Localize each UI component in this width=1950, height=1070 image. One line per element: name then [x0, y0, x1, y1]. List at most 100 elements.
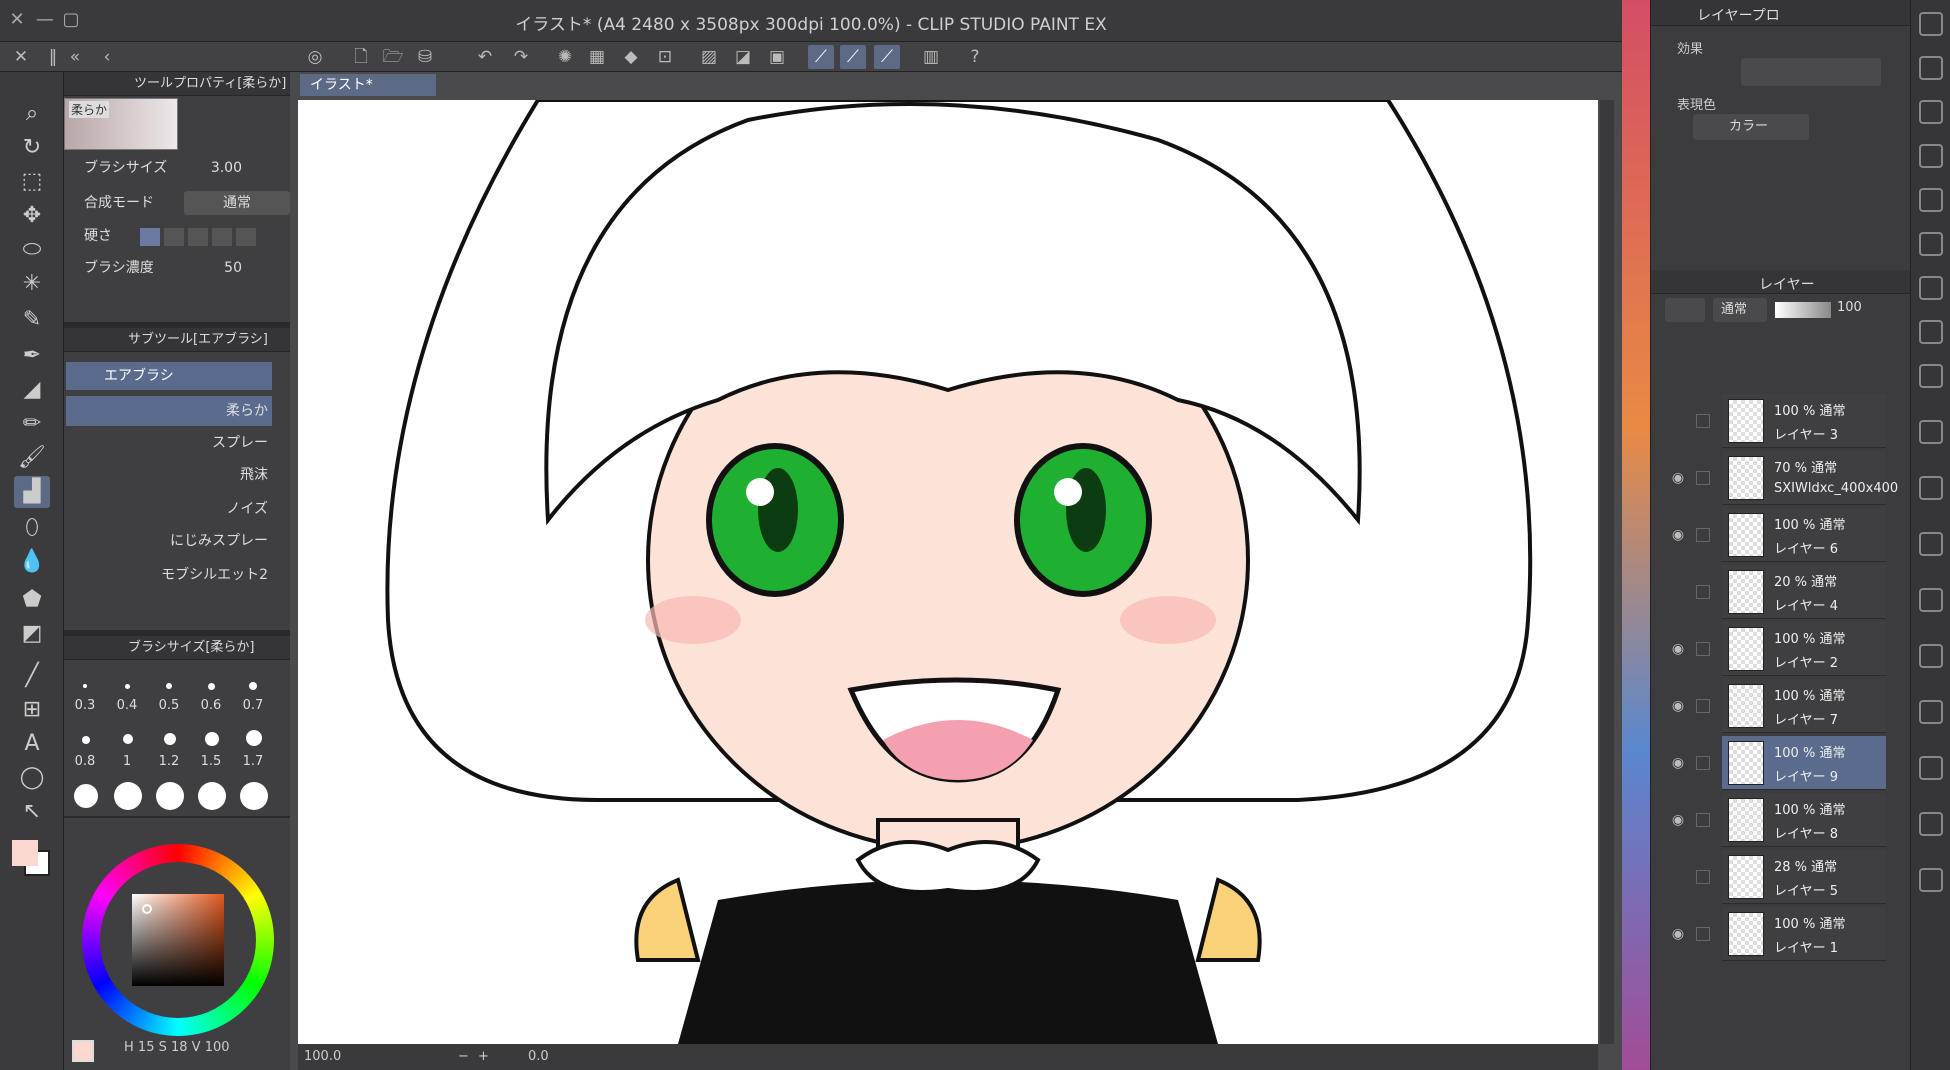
subtool-item-soft[interactable]: 柔らか [66, 396, 272, 426]
panel-icon-12[interactable] [1919, 532, 1943, 556]
layer-lock-checkbox[interactable] [1696, 756, 1710, 770]
collapse-icon[interactable]: « [62, 45, 88, 69]
subtool-item-mob-silhouette-2[interactable]: モブシルエット2 [66, 560, 272, 590]
tab-illustration[interactable]: イラスト* [300, 74, 436, 96]
redo-icon[interactable]: ↷ [508, 45, 534, 69]
panel-icon-7[interactable] [1919, 276, 1943, 300]
loading-icon[interactable]: ✺ [552, 45, 578, 69]
blend-mode-select[interactable]: 通常 [184, 191, 290, 215]
hardness-step-1[interactable] [140, 228, 160, 246]
rotate-icon[interactable]: ↻ [14, 132, 50, 164]
canvas-scrollbar[interactable] [1600, 100, 1614, 1044]
layer-panel-tab[interactable]: レイヤー [1651, 270, 1911, 294]
back-icon[interactable]: ‹ [94, 45, 120, 69]
color-picker-cursor[interactable] [142, 904, 152, 914]
layer-visibility-eye-icon[interactable] [1668, 582, 1688, 602]
panel-icon-8[interactable] [1919, 320, 1943, 344]
layer-row[interactable]: 100 % 通常 レイヤー 3 [1722, 394, 1886, 448]
layer-row[interactable]: 20 % 通常 レイヤー 4 [1722, 565, 1886, 619]
magic-wand-icon[interactable]: ✳ [14, 268, 50, 300]
clip-studio-icon[interactable]: ◎ [302, 45, 328, 69]
deselect-icon[interactable]: ◪ [730, 45, 756, 69]
panel-icon-1[interactable] [1919, 12, 1943, 36]
frame-icon[interactable]: ⊞ [14, 694, 50, 726]
layer-lock-checkbox[interactable] [1696, 642, 1710, 656]
layer-blend-mode-select[interactable]: 通常 [1713, 298, 1767, 322]
layer-lock-checkbox[interactable] [1696, 699, 1710, 713]
effect-buttons[interactable] [1741, 58, 1881, 86]
gradient-icon[interactable]: ◩ [14, 618, 50, 650]
layer-visibility-eye-icon[interactable] [1668, 867, 1688, 887]
opacity-value[interactable]: 100 [1837, 300, 1862, 315]
layer-visibility-eye-icon[interactable]: ◉ [1668, 525, 1688, 545]
panel-icon-2[interactable] [1919, 56, 1943, 80]
expression-color-select[interactable]: カラー [1693, 114, 1809, 140]
zoom-in-icon[interactable]: + [478, 1044, 489, 1070]
move-icon[interactable]: ✥ [14, 200, 50, 232]
subtool-item-blur-spray[interactable]: にじみスプレー [66, 526, 272, 556]
stabilization-3-icon[interactable]: ⟋ [874, 45, 900, 69]
panel-icon-11[interactable] [1919, 476, 1943, 500]
hardness-step-5[interactable] [236, 228, 256, 246]
pencil-icon[interactable]: ✏ [14, 408, 50, 440]
layer-visibility-eye-icon[interactable]: ◉ [1668, 639, 1688, 659]
brush-icon[interactable]: 🖌 [14, 442, 50, 474]
layer-row[interactable]: 100 % 通常 レイヤー 9 [1722, 736, 1886, 790]
layer-visibility-eye-icon[interactable]: ◉ [1668, 468, 1688, 488]
panel-icon-16[interactable] [1919, 756, 1943, 780]
hardness-step-4[interactable] [212, 228, 232, 246]
panel-icon-10[interactable] [1919, 420, 1943, 444]
close-doc-icon[interactable]: ✕ [8, 45, 34, 69]
subtool-group-airbrush[interactable]: エアブラシ [66, 362, 272, 390]
layer-visibility-eye-icon[interactable]: ◉ [1668, 924, 1688, 944]
drawing-canvas[interactable] [298, 100, 1598, 1044]
eyedropper-icon[interactable]: ✎ [14, 304, 50, 336]
panel-icon-6[interactable] [1919, 232, 1943, 256]
layer-lock-checkbox[interactable] [1696, 870, 1710, 884]
bucket-icon[interactable]: ⬟ [14, 584, 50, 616]
rotation-value[interactable]: 0.0 [528, 1044, 549, 1070]
object-icon[interactable]: ⬚ [14, 166, 50, 198]
line-icon[interactable]: ╱ [14, 660, 50, 692]
hardness-step-2[interactable] [164, 228, 184, 246]
layer-color-select[interactable] [1665, 298, 1705, 322]
device-icon[interactable]: ▥ [918, 45, 944, 69]
hardness-step-3[interactable] [188, 228, 208, 246]
brush-size-1.7[interactable]: 1.7 [233, 754, 273, 769]
clear-icon[interactable]: ▦ [584, 45, 610, 69]
subtool-item-noise[interactable]: ノイズ [66, 494, 272, 524]
panel-icon-4[interactable] [1919, 144, 1943, 168]
pen-icon[interactable]: ✒ [14, 340, 50, 372]
brush-size-0.7[interactable]: 0.7 [233, 698, 273, 713]
new-file-icon[interactable]: 🗋 [348, 45, 374, 69]
zoom-out-icon[interactable]: − [458, 1044, 469, 1070]
zoom-icon[interactable]: ⌕ [14, 98, 50, 130]
layer-visibility-eye-icon[interactable]: ◉ [1668, 810, 1688, 830]
panel-icon-9[interactable] [1919, 364, 1943, 388]
panel-icon-15[interactable] [1919, 700, 1943, 724]
undo-icon[interactable]: ↶ [472, 45, 498, 69]
brush-density-value[interactable]: 50 [214, 254, 242, 282]
brush-size-0.5[interactable]: 0.5 [149, 698, 189, 713]
layer-lock-checkbox[interactable] [1696, 927, 1710, 941]
lasso-icon[interactable]: ⬭ [14, 234, 50, 266]
transform-icon[interactable]: ⊡ [652, 45, 678, 69]
layer-lock-checkbox[interactable] [1696, 414, 1710, 428]
brush-size-1.2[interactable]: 1.2 [149, 754, 189, 769]
correct-line-icon[interactable]: ↖ [14, 796, 50, 828]
layer-visibility-eye-icon[interactable]: ◉ [1668, 753, 1688, 773]
brush-size-1.5[interactable]: 1.5 [191, 754, 231, 769]
layer-row[interactable]: 100 % 通常 レイヤー 7 [1722, 679, 1886, 733]
layer-lock-checkbox[interactable] [1696, 471, 1710, 485]
layer-row[interactable]: 100 % 通常 レイヤー 2 [1722, 622, 1886, 676]
layer-visibility-eye-icon[interactable] [1668, 411, 1688, 431]
ink-drop-icon[interactable]: 💧 [14, 546, 50, 578]
opacity-slider[interactable] [1775, 302, 1831, 318]
mini-main-color[interactable] [72, 1040, 94, 1062]
layer-row[interactable]: 100 % 通常 レイヤー 1 [1722, 907, 1886, 961]
layer-lock-checkbox[interactable] [1696, 813, 1710, 827]
text-icon[interactable]: A [14, 728, 50, 760]
layer-lock-checkbox[interactable] [1696, 585, 1710, 599]
eraser-icon[interactable]: ◢ [14, 374, 50, 406]
help-icon[interactable]: ? [962, 45, 988, 69]
